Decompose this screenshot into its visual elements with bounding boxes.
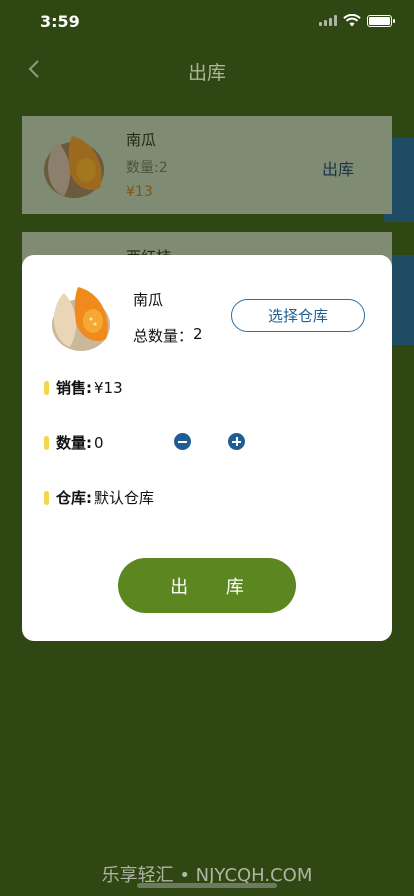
choose-warehouse-button[interactable]: 选择仓库 (231, 299, 365, 332)
marker-bar (44, 490, 49, 505)
sale-value: ¥13 (94, 378, 123, 397)
battery-icon (367, 14, 395, 27)
nav-bar: 出库 (0, 44, 414, 96)
pumpkin-image (44, 136, 104, 198)
home-indicator (137, 883, 277, 888)
status-time: 3:59 (40, 12, 80, 31)
outbound-dialog: 南瓜 总数量： 2 选择仓库 销售: ¥13 数量: 0 仓库: 默认仓库 出 … (22, 255, 392, 641)
sale-row: 销售: ¥13 (44, 377, 123, 398)
status-bar: 3:59 (0, 0, 414, 44)
submit-outbound-button[interactable]: 出 库 (118, 558, 296, 613)
pumpkin-image (52, 287, 110, 351)
total-quantity-value: 2 (193, 325, 203, 343)
product-name: 南瓜 (126, 131, 157, 149)
cellular-signal-icon (319, 15, 337, 26)
list-item[interactable]: 南瓜 数量:2 ¥13 出库 (22, 116, 392, 214)
status-icons (319, 14, 395, 27)
dialog-product-name: 南瓜 (133, 291, 164, 309)
marker-bar (44, 435, 49, 450)
sale-label: 销售: (56, 379, 92, 397)
plus-icon[interactable] (228, 433, 245, 450)
product-quantity: 数量:2 (126, 160, 168, 176)
page-title: 出库 (187, 62, 226, 84)
marker-bar (44, 380, 49, 395)
warehouse-value: 默认仓库 (94, 489, 155, 507)
quantity-value: 0 (94, 433, 104, 452)
product-price: ¥13 (126, 184, 153, 200)
quantity-row: 数量: 0 (44, 432, 104, 453)
warehouse-label: 仓库: (56, 489, 92, 507)
total-quantity: 总数量： 2 (133, 325, 203, 346)
outbound-link[interactable]: 出库 (322, 156, 354, 180)
warehouse-row: 仓库: 默认仓库 (44, 487, 154, 508)
wifi-icon (343, 14, 361, 27)
quantity-label: 数量: (56, 434, 92, 452)
minus-icon[interactable] (174, 433, 191, 450)
total-quantity-label: 总数量： (133, 327, 194, 345)
